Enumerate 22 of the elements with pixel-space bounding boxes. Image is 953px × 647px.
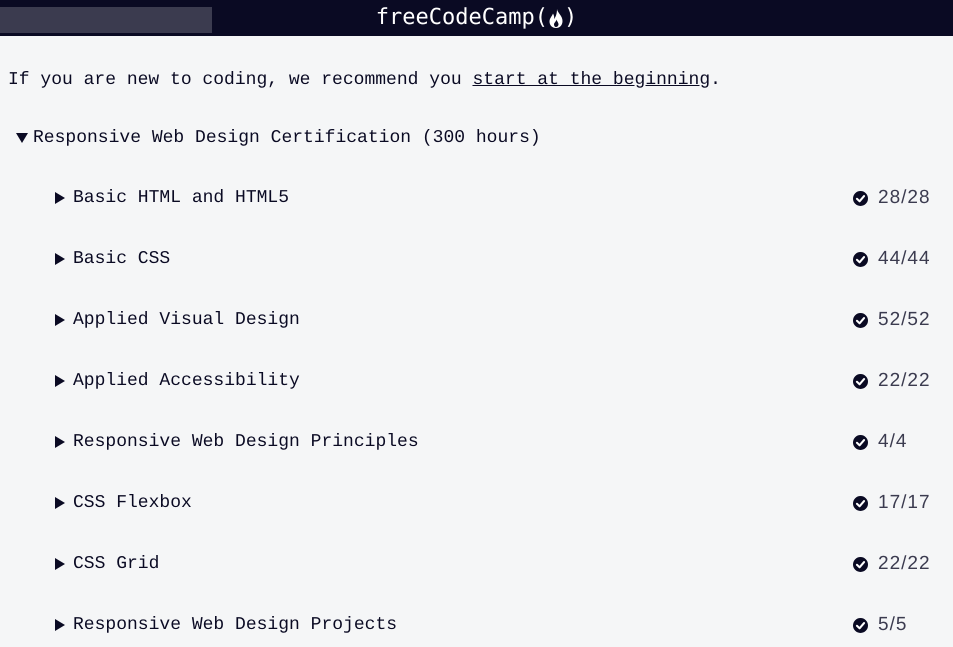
intro-sentence: If you are new to coding, we recommend you start at the beginning. xyxy=(8,69,722,92)
block-toggle[interactable]: Responsive Web Design Principles xyxy=(54,428,419,456)
block-toggle[interactable]: Applied Accessibility xyxy=(54,367,300,395)
progress-count: 28/28 xyxy=(878,186,931,210)
start-link[interactable]: start at the beginning xyxy=(472,70,710,90)
certification-toggle[interactable]: Responsive Web Design Certification (300 hours) xyxy=(16,124,541,152)
block-toggle[interactable]: Applied Visual Design xyxy=(54,306,300,334)
block-toggle[interactable]: CSS Grid xyxy=(54,550,160,578)
block-toggle[interactable]: Basic HTML and HTML5 xyxy=(54,184,290,212)
progress-count: 4/4 xyxy=(878,430,908,454)
progress-count: 5/5 xyxy=(878,613,908,637)
flame-icon xyxy=(548,8,563,28)
progress-count: 44/44 xyxy=(878,247,931,271)
logo-link[interactable]: freeCodeCamp( ) xyxy=(376,0,578,36)
progress-count: 17/17 xyxy=(878,491,931,515)
block-toggle[interactable]: Basic CSS xyxy=(54,245,170,273)
search-field[interactable] xyxy=(0,6,212,32)
block-toggle[interactable]: CSS Flexbox xyxy=(54,489,192,517)
progress-count: 22/22 xyxy=(878,552,931,576)
progress-count: 52/52 xyxy=(878,308,931,332)
block-toggle[interactable]: Responsive Web Design Projects xyxy=(54,611,398,639)
progress-count: 22/22 xyxy=(878,369,931,393)
